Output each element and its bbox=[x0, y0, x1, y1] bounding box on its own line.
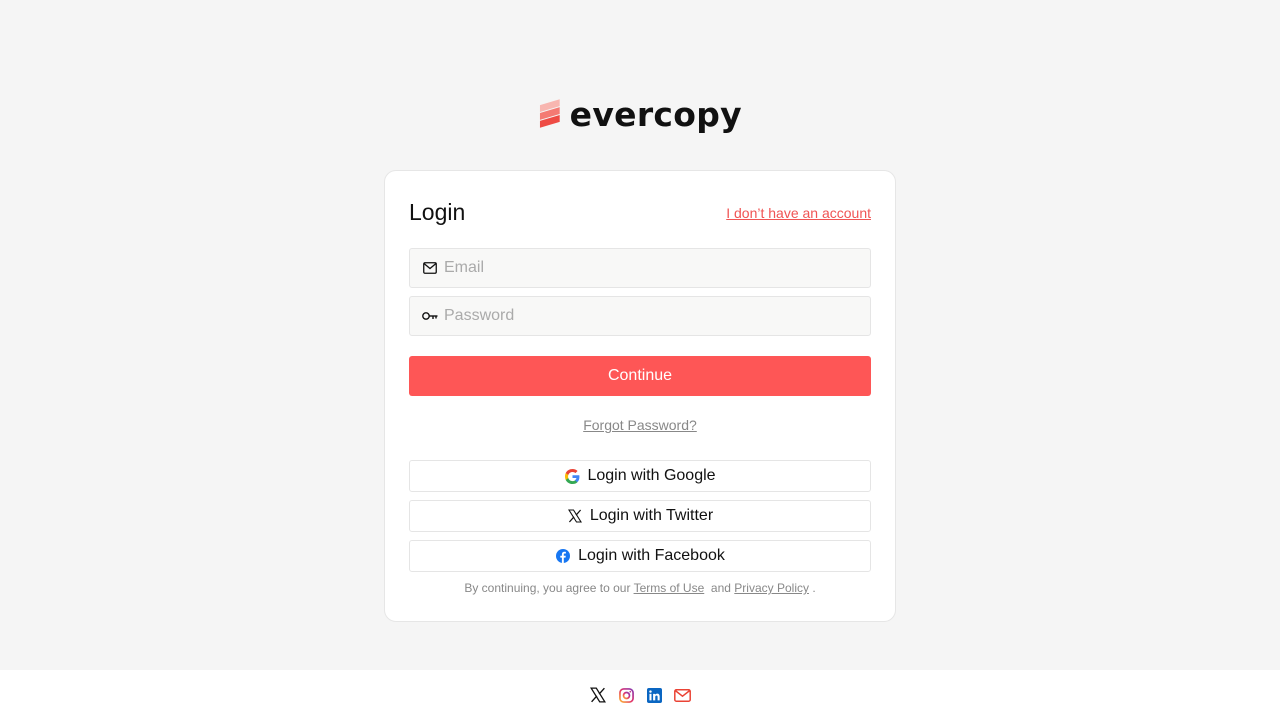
login-twitter-button[interactable]: Login with Twitter bbox=[409, 500, 871, 532]
password-field[interactable] bbox=[409, 296, 871, 336]
terms-suffix: . bbox=[812, 581, 816, 595]
email-field[interactable] bbox=[409, 248, 871, 288]
password-input[interactable] bbox=[444, 297, 870, 335]
terms-prefix: By continuing, you agree to our bbox=[464, 581, 631, 595]
continue-button[interactable]: Continue bbox=[409, 356, 871, 396]
page-title: Login bbox=[409, 199, 466, 225]
login-facebook-label: Login with Facebook bbox=[578, 547, 725, 564]
brand-logo: evercopy bbox=[538, 94, 742, 134]
forgot-password-row: Forgot Password? bbox=[385, 417, 895, 433]
instagram-icon[interactable] bbox=[617, 686, 635, 704]
key-icon bbox=[422, 308, 438, 324]
mail-icon bbox=[422, 260, 438, 276]
terms-of-use-link[interactable]: Terms of Use bbox=[634, 581, 705, 595]
login-twitter-label: Login with Twitter bbox=[589, 507, 714, 524]
mail-icon[interactable] bbox=[673, 686, 691, 704]
evercopy-logo-icon bbox=[539, 99, 560, 128]
linkedin-icon[interactable] bbox=[645, 686, 663, 704]
x-twitter-icon[interactable] bbox=[589, 686, 607, 704]
x-twitter-icon bbox=[567, 508, 583, 524]
login-card: Login I don’t have an account Continue F… bbox=[384, 170, 896, 622]
email-input[interactable] bbox=[444, 249, 870, 287]
login-google-label: Login with Google bbox=[587, 467, 716, 484]
signup-link[interactable]: I don’t have an account bbox=[726, 205, 871, 221]
google-icon bbox=[564, 468, 580, 484]
login-facebook-button[interactable]: Login with Facebook bbox=[409, 540, 871, 572]
footer bbox=[0, 670, 1280, 720]
terms-and: and bbox=[710, 581, 731, 595]
forgot-password-link[interactable]: Forgot Password? bbox=[583, 417, 697, 433]
terms-notice: By continuing, you agree to our Terms of… bbox=[385, 581, 895, 595]
privacy-policy-link[interactable]: Privacy Policy bbox=[734, 581, 809, 595]
brand-name: evercopy bbox=[569, 94, 742, 134]
facebook-icon bbox=[555, 548, 571, 564]
login-google-button[interactable]: Login with Google bbox=[409, 460, 871, 492]
